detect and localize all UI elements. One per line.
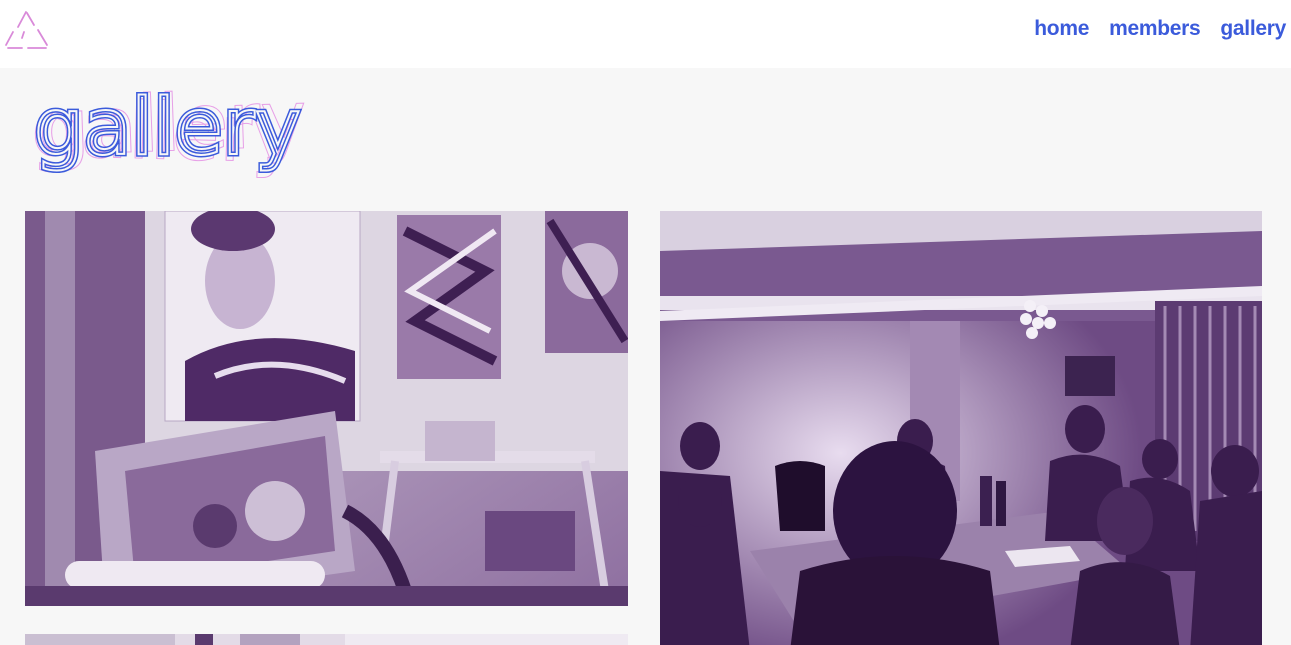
triangle-logo-icon — [5, 11, 48, 49]
gallery-page: gallery gallery gallery gallery — [0, 68, 1291, 645]
nav-home-link[interactable]: home — [1034, 17, 1089, 41]
site-header: home members gallery — [0, 0, 1291, 68]
gallery-image-partial[interactable] — [25, 634, 628, 645]
main-nav: home members gallery — [1034, 17, 1286, 41]
nav-members-link[interactable]: members — [1109, 17, 1201, 41]
page-title: gallery gallery gallery gallery — [28, 82, 328, 182]
nav-gallery-link[interactable]: gallery — [1220, 17, 1286, 41]
gallery-image-dinner[interactable] — [660, 211, 1262, 645]
gallery-image-studio[interactable] — [25, 211, 628, 606]
site-logo[interactable] — [0, 8, 52, 56]
page-title-inner: gallery — [34, 83, 301, 173]
